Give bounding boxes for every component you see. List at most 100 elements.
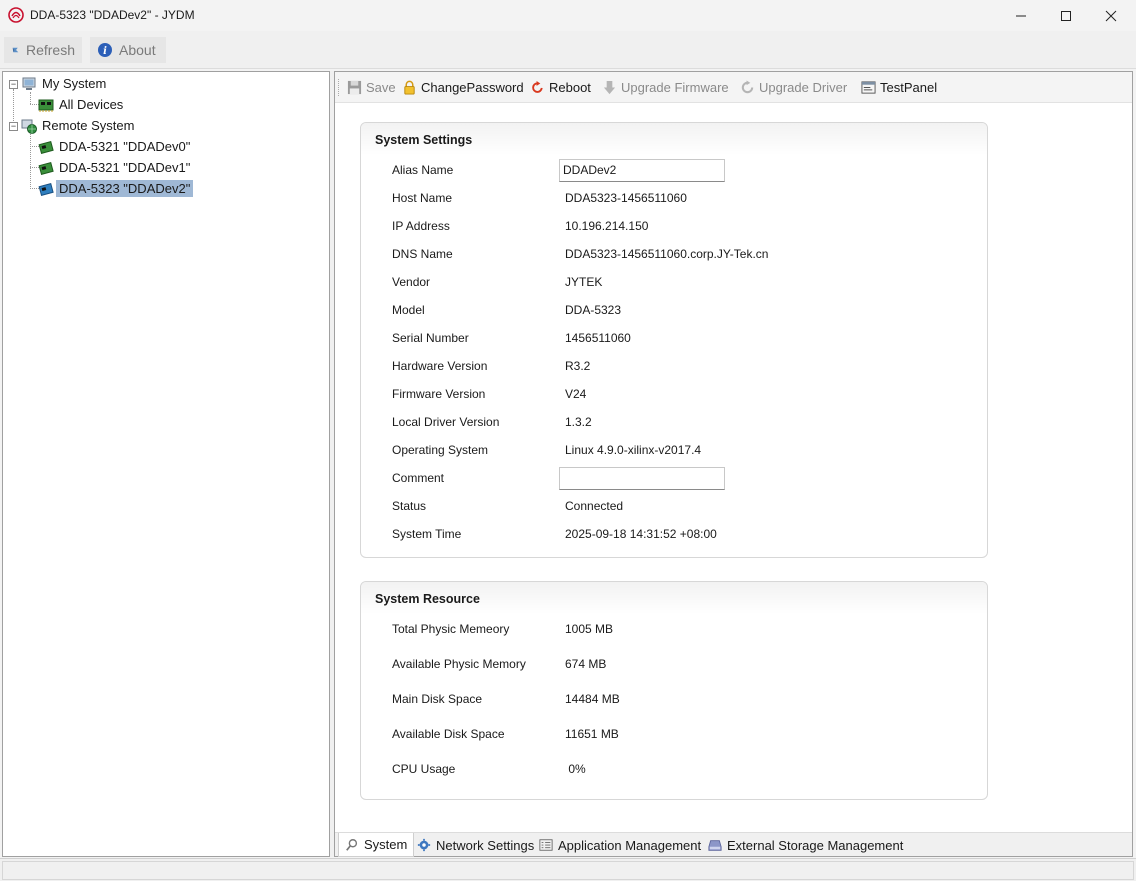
window-title: DDA-5323 "DDADev2" - JYDM xyxy=(30,8,195,22)
tree-item-device-selected[interactable]: DDA-5323 "DDADev2" xyxy=(38,179,194,198)
main-disk-label: Main Disk Space xyxy=(392,692,483,706)
cpu-usage-value: 0% xyxy=(565,762,586,776)
tab-external-storage-management[interactable]: External Storage Management xyxy=(702,834,909,856)
host-name-value: DDA5323-1456511060 xyxy=(565,191,687,205)
operating-system-label: Operating System xyxy=(392,443,489,457)
status-label: Status xyxy=(392,499,427,513)
tree-item-device[interactable]: DDA-5321 "DDADev0" xyxy=(38,137,193,156)
maximize-icon xyxy=(1061,10,1071,21)
network-globe-icon xyxy=(21,119,37,134)
lock-icon xyxy=(404,80,415,95)
serial-number-row: Serial Number 1456511060 xyxy=(361,327,987,349)
computer-icon xyxy=(22,77,36,90)
minimize-button[interactable] xyxy=(998,0,1044,31)
upgrade-firmware-button[interactable]: Upgrade Firmware xyxy=(602,77,729,98)
device-board-icon xyxy=(38,161,54,175)
dns-name-value: DDA5323-1456511060.corp.JY-Tek.cn xyxy=(565,247,769,261)
restart-icon xyxy=(532,80,543,93)
upgrade-driver-button[interactable]: Upgrade Driver xyxy=(740,77,847,98)
dns-name-row: DNS Name DDA5323-1456511060.corp.JY-Tek.… xyxy=(361,243,987,265)
tree-label-device: DDA-5323 "DDADev2" xyxy=(56,180,194,197)
svg-text:i: i xyxy=(103,46,107,57)
available-memory-value: 674 MB xyxy=(565,657,607,671)
tab-external-storage-management-label: External Storage Management xyxy=(727,837,904,853)
tree-label-device: DDA-5321 "DDADev1" xyxy=(59,160,191,175)
download-arrow-icon xyxy=(603,80,616,95)
tree-item-all-devices[interactable]: All Devices xyxy=(38,95,126,114)
expand-my-system-toggle[interactable]: − xyxy=(9,80,18,89)
available-memory-label: Available Physic Memory xyxy=(392,657,526,671)
close-button[interactable] xyxy=(1088,0,1134,31)
change-password-button[interactable]: ChangePassword xyxy=(402,77,524,98)
system-resource-title: System Resource xyxy=(361,582,987,614)
tree-item-device[interactable]: DDA-5321 "DDADev1" xyxy=(38,158,193,177)
maximize-button[interactable] xyxy=(1043,0,1089,31)
device-board-icon xyxy=(38,140,54,154)
title-bar: DDA-5323 "DDADev2" - JYDM xyxy=(0,0,1136,31)
save-button[interactable]: Save xyxy=(347,77,396,98)
comment-input[interactable] xyxy=(559,467,725,490)
model-row: Model DDA-5323 xyxy=(361,299,987,321)
available-disk-label: Available Disk Space xyxy=(392,727,505,741)
hardware-version-value: R3.2 xyxy=(565,359,591,373)
tree-item-my-system[interactable]: My System xyxy=(21,74,109,93)
host-name-label: Host Name xyxy=(392,191,453,205)
tab-application-management[interactable]: Application Management xyxy=(533,834,707,856)
ip-address-label: IP Address xyxy=(392,219,450,233)
status-value: Connected xyxy=(565,499,624,513)
save-label: Save xyxy=(366,80,396,95)
operating-system-row: Operating System Linux 4.9.0-xilinx-v201… xyxy=(361,439,987,461)
ip-address-value: 10.196.214.150 xyxy=(565,219,649,233)
tree-label-remote-system: Remote System xyxy=(42,118,135,133)
system-time-value: 2025-09-18 14:31:52 +08:00 xyxy=(565,527,717,541)
settings-pin-icon xyxy=(346,838,358,851)
main-toolbar: Refresh i About xyxy=(0,31,1136,69)
refresh-circle-icon xyxy=(741,80,754,94)
test-panel-button[interactable]: TestPanel xyxy=(861,77,937,98)
available-memory-row: Available Physic Memory 674 MB xyxy=(361,653,987,675)
status-row: Status Connected xyxy=(361,495,987,517)
total-memory-row: Total Physic Memeory 1005 MB xyxy=(361,618,987,640)
refresh-label: Refresh xyxy=(25,42,75,58)
alias-name-input[interactable]: DDADev2 xyxy=(559,159,725,182)
list-icon xyxy=(539,839,553,851)
available-disk-row: Available Disk Space 11651 MB xyxy=(361,723,987,745)
hardware-version-label: Hardware Version xyxy=(392,359,488,373)
dns-name-label: DNS Name xyxy=(392,247,453,261)
tab-system[interactable]: System xyxy=(338,833,415,857)
upgrade-firmware-label: Upgrade Firmware xyxy=(621,80,729,95)
close-icon xyxy=(1105,10,1117,21)
hardware-version-row: Hardware Version R3.2 xyxy=(361,355,987,377)
main-disk-value: 14484 MB xyxy=(565,692,620,706)
device-toolbar: Save ChangePassword Reboot Upgrade Firmw… xyxy=(335,72,1132,103)
ip-address-row: IP Address 10.196.214.150 xyxy=(361,215,987,237)
local-driver-version-label: Local Driver Version xyxy=(392,415,500,429)
device-detail-panel: Save ChangePassword Reboot Upgrade Firmw… xyxy=(334,71,1133,857)
available-disk-value: 11651 MB xyxy=(565,727,619,741)
reboot-button[interactable]: Reboot xyxy=(530,77,591,98)
tree-item-remote-system[interactable]: Remote System xyxy=(21,116,137,135)
firmware-version-row: Firmware Version V24 xyxy=(361,383,987,405)
floppy-disk-icon xyxy=(347,80,362,95)
system-time-row: System Time 2025-09-18 14:31:52 +08:00 xyxy=(361,523,987,545)
toolbar-grip[interactable] xyxy=(338,79,341,96)
serial-number-label: Serial Number xyxy=(392,331,469,345)
comment-label: Comment xyxy=(392,471,445,485)
refresh-button[interactable]: Refresh xyxy=(4,37,82,63)
reboot-label: Reboot xyxy=(549,80,591,95)
app-logo-icon xyxy=(8,7,24,23)
system-tab-content: System Settings Alias Name DDADev2 Host … xyxy=(335,104,1132,832)
tab-network-settings[interactable]: Network Settings xyxy=(411,834,540,856)
system-settings-title: System Settings xyxy=(361,123,987,155)
network-gear-icon xyxy=(417,838,431,852)
info-icon: i xyxy=(98,43,112,57)
alias-name-label: Alias Name xyxy=(392,163,454,177)
main-disk-row: Main Disk Space 14484 MB xyxy=(361,688,987,710)
refresh-icon xyxy=(12,47,19,53)
about-button[interactable]: i About xyxy=(90,37,166,63)
bottom-tab-strip: System Network Settings Application Mana… xyxy=(335,832,1132,857)
cpu-usage-label: CPU Usage xyxy=(392,762,456,776)
expand-remote-system-toggle[interactable]: − xyxy=(9,122,18,131)
about-label: About xyxy=(119,42,156,58)
status-bar-panel xyxy=(2,861,1134,880)
